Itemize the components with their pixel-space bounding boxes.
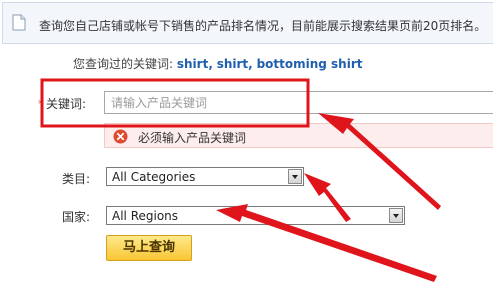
category-label: 类目:: [62, 172, 91, 186]
required-mark: *: [38, 97, 44, 111]
history-keyword-link[interactable]: shirt: [217, 57, 248, 71]
category-selected-value: All Categories: [112, 170, 196, 184]
category-dropdown-button[interactable]: [288, 169, 302, 184]
keyword-input[interactable]: [104, 91, 493, 114]
history-separator: ,: [248, 57, 253, 71]
error-message: 必须输入产品关键词: [104, 123, 493, 148]
history-keyword-link[interactable]: bottoming shirt: [257, 57, 363, 71]
keyword-history: 您查询过的关键词: shirt, shirt, bottoming shirt: [73, 55, 363, 72]
region-label: 国家:: [62, 210, 91, 224]
error-circle-icon: [113, 129, 128, 144]
keyword-label: * 关键词:: [38, 95, 86, 112]
chevron-down-icon: [292, 175, 298, 179]
search-submit-button[interactable]: 马上查询: [106, 235, 192, 261]
document-icon: [12, 14, 26, 31]
history-separator: ,: [208, 57, 213, 71]
info-notice: 查询您自己店铺或帐号下销售的产品排名情况，目前能展示搜索结果页前20页排名。: [2, 2, 493, 44]
region-selected-value: All Regions: [112, 209, 179, 223]
history-keyword-link[interactable]: shirt: [177, 57, 208, 71]
region-select[interactable]: All Regions: [106, 206, 405, 225]
region-dropdown-button[interactable]: [389, 208, 403, 223]
keyword-label-text: 关键词:: [46, 97, 87, 111]
category-select[interactable]: All Categories: [106, 167, 304, 186]
notice-text: 查询您自己店铺或帐号下销售的产品排名情况，目前能展示搜索结果页前20页排名。: [39, 19, 487, 33]
chevron-down-icon: [393, 214, 399, 218]
error-text: 必须输入产品关键词: [138, 131, 247, 145]
history-label: 您查询过的关键词:: [73, 57, 174, 71]
